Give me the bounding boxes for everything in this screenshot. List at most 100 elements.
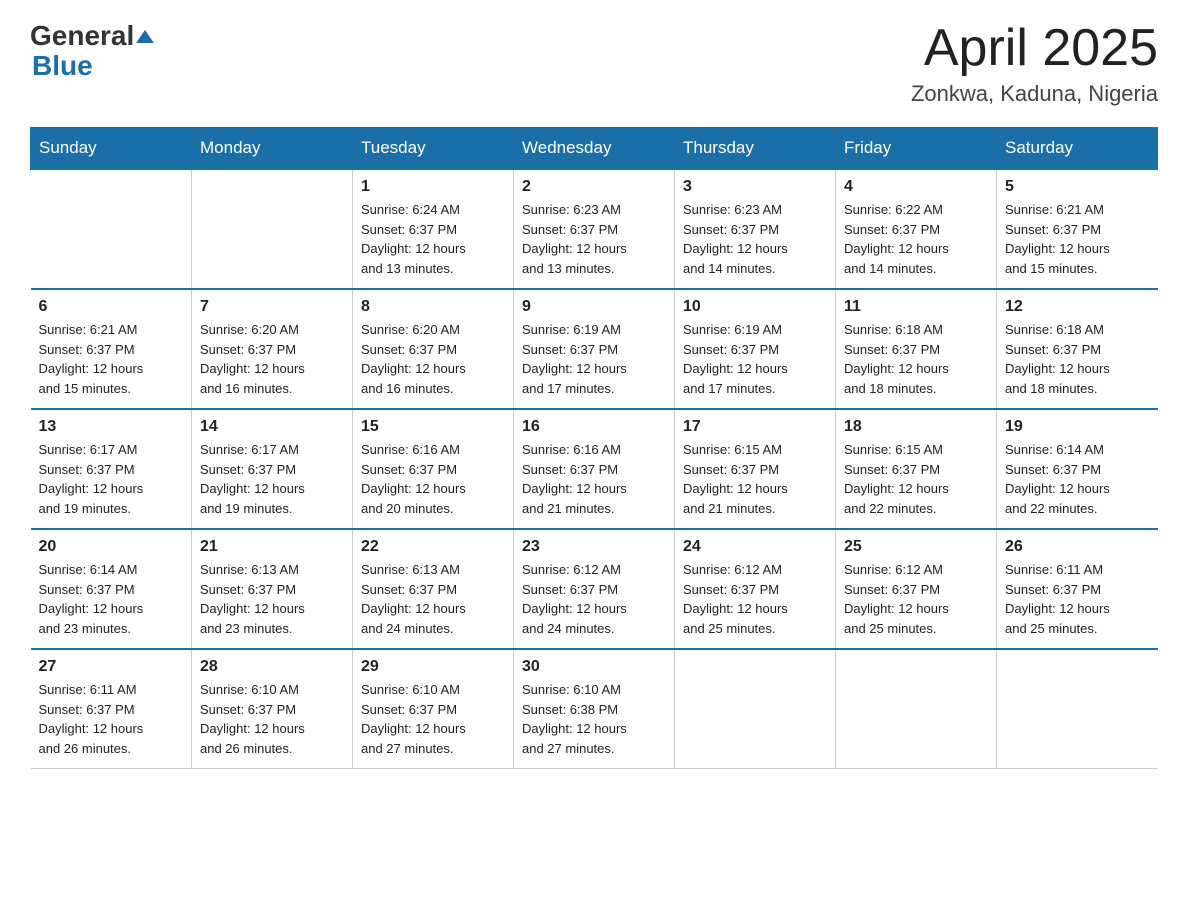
- calendar-cell: 29Sunrise: 6:10 AM Sunset: 6:37 PM Dayli…: [353, 649, 514, 769]
- column-header-wednesday: Wednesday: [514, 128, 675, 170]
- day-number: 6: [39, 298, 184, 316]
- day-number: 17: [683, 418, 827, 436]
- day-number: 30: [522, 658, 666, 676]
- calendar-cell: 11Sunrise: 6:18 AM Sunset: 6:37 PM Dayli…: [836, 289, 997, 409]
- calendar-cell: 3 Sunrise: 6:23 AM Sunset: 6:37 PM Daylig…: [675, 169, 836, 289]
- day-info: Sunrise: 6:19 AM Sunset: 6:37 PM Dayligh…: [683, 320, 827, 398]
- calendar-cell: 9 Sunrise: 6:19 AM Sunset: 6:37 PM Daylig…: [514, 289, 675, 409]
- day-info: Sunrise: 6:11 AM Sunset: 6:37 PM Dayligh…: [1005, 560, 1150, 638]
- day-number: 1: [361, 178, 505, 196]
- day-info: Sunrise: 6:13 AM Sunset: 6:37 PM Dayligh…: [200, 560, 344, 638]
- calendar-cell: 25 Sunrise: 6:12 AM Sunset: 6:37 PM Dayli…: [836, 529, 997, 649]
- day-info: Sunrise: 6:20 AM Sunset: 6:37 PM Dayligh…: [361, 320, 505, 398]
- day-number: 23: [522, 538, 666, 556]
- day-number: 28: [200, 658, 344, 676]
- calendar-cell: 16Sunrise: 6:16 AM Sunset: 6:37 PM Dayli…: [514, 409, 675, 529]
- calendar-cell: 5 Sunrise: 6:21 AM Sunset: 6:37 PM Daylig…: [997, 169, 1158, 289]
- day-number: 21: [200, 538, 344, 556]
- calendar-cell: 15Sunrise: 6:16 AM Sunset: 6:37 PM Dayli…: [353, 409, 514, 529]
- calendar-week-row: 1 Sunrise: 6:24 AM Sunset: 6:37 PM Daylig…: [31, 169, 1158, 289]
- day-number: 27: [39, 658, 184, 676]
- day-info: Sunrise: 6:17 AM Sunset: 6:37 PM Dayligh…: [200, 440, 344, 518]
- day-number: 4: [844, 178, 988, 196]
- day-info: Sunrise: 6:24 AM Sunset: 6:37 PM Dayligh…: [361, 200, 505, 278]
- day-info: Sunrise: 6:12 AM Sunset: 6:37 PM Dayligh…: [683, 560, 827, 638]
- day-info: Sunrise: 6:23 AM Sunset: 6:37 PM Dayligh…: [522, 200, 666, 278]
- calendar-week-row: 27Sunrise: 6:11 AM Sunset: 6:37 PM Dayli…: [31, 649, 1158, 769]
- calendar-cell: 14Sunrise: 6:17 AM Sunset: 6:37 PM Dayli…: [192, 409, 353, 529]
- calendar-cell: [836, 649, 997, 769]
- day-number: 12: [1005, 298, 1150, 316]
- day-info: Sunrise: 6:10 AM Sunset: 6:38 PM Dayligh…: [522, 680, 666, 758]
- day-info: Sunrise: 6:10 AM Sunset: 6:37 PM Dayligh…: [200, 680, 344, 758]
- calendar-table: SundayMondayTuesdayWednesdayThursdayFrid…: [30, 127, 1158, 769]
- day-number: 24: [683, 538, 827, 556]
- page-header: General Blue April 2025 Zonkwa, Kaduna, …: [30, 20, 1158, 107]
- calendar-cell: 12 Sunrise: 6:18 AM Sunset: 6:37 PM Dayli…: [997, 289, 1158, 409]
- calendar-cell: 27Sunrise: 6:11 AM Sunset: 6:37 PM Dayli…: [31, 649, 192, 769]
- calendar-cell: 8 Sunrise: 6:20 AM Sunset: 6:37 PM Daylig…: [353, 289, 514, 409]
- logo-blue-text: Blue: [32, 50, 93, 82]
- calendar-cell: [192, 169, 353, 289]
- calendar-week-row: 20Sunrise: 6:14 AM Sunset: 6:37 PM Dayli…: [31, 529, 1158, 649]
- calendar-week-row: 13 Sunrise: 6:17 AM Sunset: 6:37 PM Dayli…: [31, 409, 1158, 529]
- day-number: 2: [522, 178, 666, 196]
- calendar-cell: [675, 649, 836, 769]
- column-header-monday: Monday: [192, 128, 353, 170]
- calendar-cell: 19Sunrise: 6:14 AM Sunset: 6:37 PM Dayli…: [997, 409, 1158, 529]
- logo-general-text: General: [30, 20, 134, 52]
- day-number: 8: [361, 298, 505, 316]
- day-info: Sunrise: 6:12 AM Sunset: 6:37 PM Dayligh…: [522, 560, 666, 638]
- day-number: 13: [39, 418, 184, 436]
- day-number: 3: [683, 178, 827, 196]
- calendar-cell: [997, 649, 1158, 769]
- day-info: Sunrise: 6:21 AM Sunset: 6:37 PM Dayligh…: [1005, 200, 1150, 278]
- day-info: Sunrise: 6:19 AM Sunset: 6:37 PM Dayligh…: [522, 320, 666, 398]
- column-header-saturday: Saturday: [997, 128, 1158, 170]
- day-number: 5: [1005, 178, 1150, 196]
- location-subtitle: Zonkwa, Kaduna, Nigeria: [911, 81, 1158, 107]
- day-info: Sunrise: 6:22 AM Sunset: 6:37 PM Dayligh…: [844, 200, 988, 278]
- calendar-cell: 24 Sunrise: 6:12 AM Sunset: 6:37 PM Dayli…: [675, 529, 836, 649]
- day-info: Sunrise: 6:13 AM Sunset: 6:37 PM Dayligh…: [361, 560, 505, 638]
- day-number: 26: [1005, 538, 1150, 556]
- day-number: 16: [522, 418, 666, 436]
- day-info: Sunrise: 6:16 AM Sunset: 6:37 PM Dayligh…: [361, 440, 505, 518]
- calendar-cell: [31, 169, 192, 289]
- day-number: 10: [683, 298, 827, 316]
- day-number: 9: [522, 298, 666, 316]
- day-number: 25: [844, 538, 988, 556]
- day-info: Sunrise: 6:14 AM Sunset: 6:37 PM Dayligh…: [1005, 440, 1150, 518]
- calendar-cell: 10 Sunrise: 6:19 AM Sunset: 6:37 PM Dayli…: [675, 289, 836, 409]
- calendar-cell: 28 Sunrise: 6:10 AM Sunset: 6:37 PM Dayli…: [192, 649, 353, 769]
- logo: General Blue: [30, 20, 154, 82]
- day-info: Sunrise: 6:15 AM Sunset: 6:37 PM Dayligh…: [844, 440, 988, 518]
- day-number: 20: [39, 538, 184, 556]
- calendar-cell: 17Sunrise: 6:15 AM Sunset: 6:37 PM Dayli…: [675, 409, 836, 529]
- calendar-cell: 2 Sunrise: 6:23 AM Sunset: 6:37 PM Daylig…: [514, 169, 675, 289]
- day-number: 22: [361, 538, 505, 556]
- calendar-cell: 23 Sunrise: 6:12 AM Sunset: 6:37 PM Dayli…: [514, 529, 675, 649]
- logo-arrows-icon: [136, 30, 154, 43]
- calendar-cell: 26 Sunrise: 6:11 AM Sunset: 6:37 PM Dayli…: [997, 529, 1158, 649]
- title-section: April 2025 Zonkwa, Kaduna, Nigeria: [911, 20, 1158, 107]
- day-number: 29: [361, 658, 505, 676]
- day-info: Sunrise: 6:18 AM Sunset: 6:37 PM Dayligh…: [1005, 320, 1150, 398]
- column-header-sunday: Sunday: [31, 128, 192, 170]
- day-number: 7: [200, 298, 344, 316]
- day-info: Sunrise: 6:18 AM Sunset: 6:37 PM Dayligh…: [844, 320, 988, 398]
- calendar-cell: 22 Sunrise: 6:13 AM Sunset: 6:37 PM Dayli…: [353, 529, 514, 649]
- day-info: Sunrise: 6:21 AM Sunset: 6:37 PM Dayligh…: [39, 320, 184, 398]
- calendar-cell: 6 Sunrise: 6:21 AM Sunset: 6:37 PM Daylig…: [31, 289, 192, 409]
- day-info: Sunrise: 6:23 AM Sunset: 6:37 PM Dayligh…: [683, 200, 827, 278]
- column-header-friday: Friday: [836, 128, 997, 170]
- calendar-cell: 20Sunrise: 6:14 AM Sunset: 6:37 PM Dayli…: [31, 529, 192, 649]
- day-info: Sunrise: 6:20 AM Sunset: 6:37 PM Dayligh…: [200, 320, 344, 398]
- calendar-week-row: 6 Sunrise: 6:21 AM Sunset: 6:37 PM Daylig…: [31, 289, 1158, 409]
- day-number: 18: [844, 418, 988, 436]
- calendar-cell: 18 Sunrise: 6:15 AM Sunset: 6:37 PM Dayli…: [836, 409, 997, 529]
- column-header-tuesday: Tuesday: [353, 128, 514, 170]
- day-info: Sunrise: 6:12 AM Sunset: 6:37 PM Dayligh…: [844, 560, 988, 638]
- calendar-cell: 4 Sunrise: 6:22 AM Sunset: 6:37 PM Daylig…: [836, 169, 997, 289]
- calendar-header-row: SundayMondayTuesdayWednesdayThursdayFrid…: [31, 128, 1158, 170]
